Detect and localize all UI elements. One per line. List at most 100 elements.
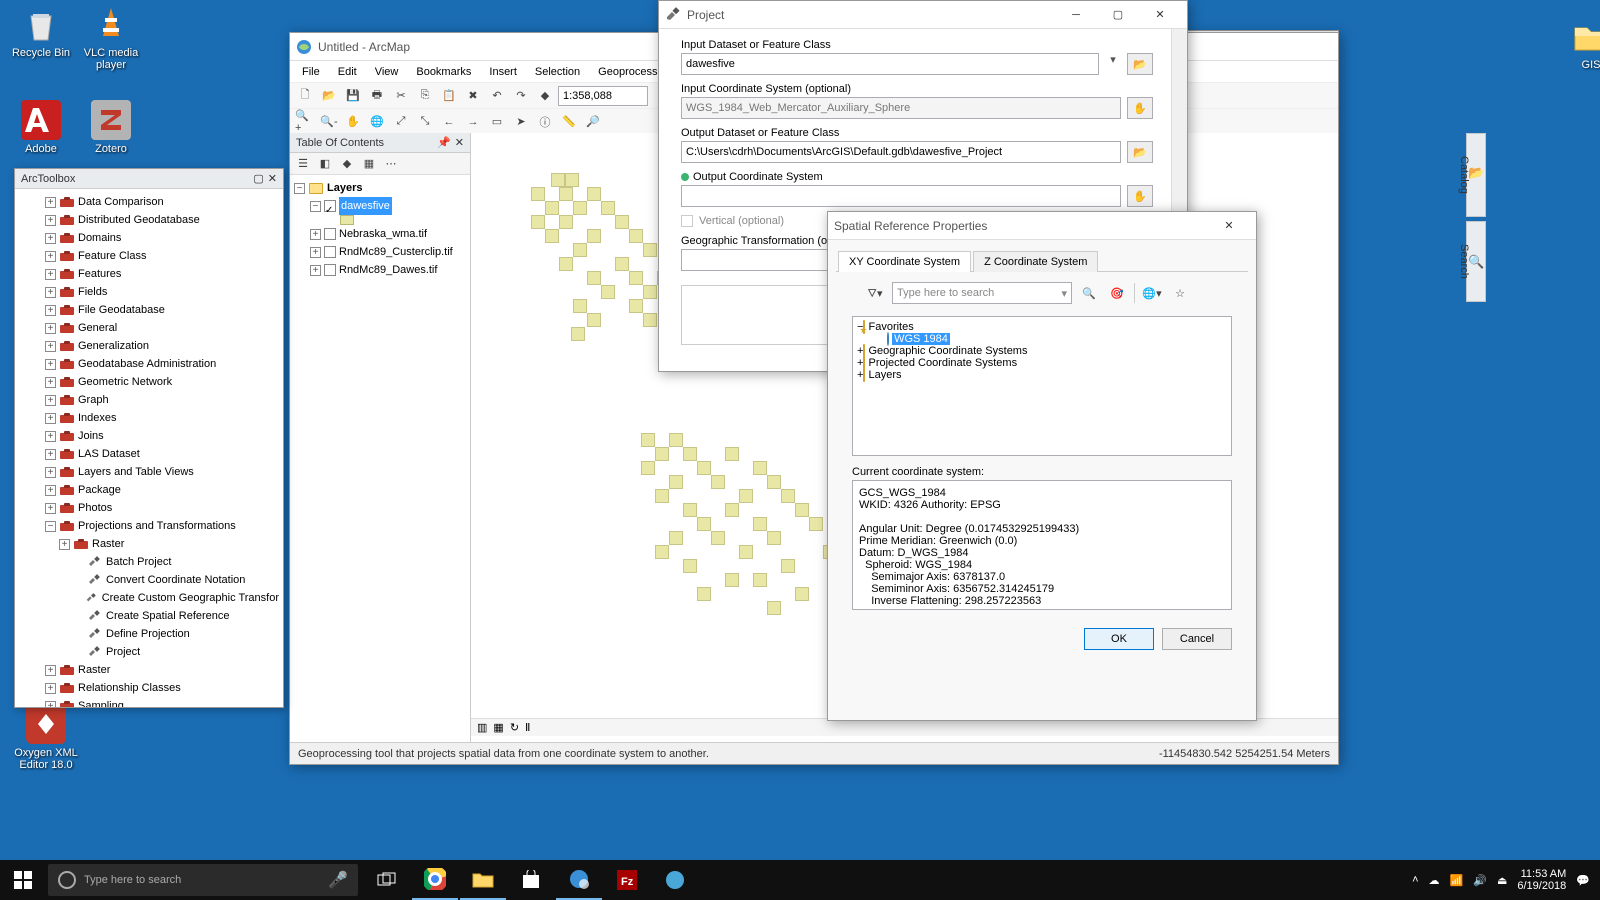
delete-button[interactable]: ✖ [462, 85, 484, 107]
redo-button[interactable]: ↷ [510, 85, 532, 107]
input-dataset-field[interactable] [681, 53, 1099, 75]
toc-close-icon[interactable]: ✕ [455, 136, 464, 149]
arctoolbox-tree[interactable]: +Data Comparison+Distributed Geodatabase… [15, 189, 283, 707]
tray-volume-icon[interactable]: 🔊 [1473, 874, 1487, 887]
project-close-button[interactable]: ✕ [1139, 2, 1181, 28]
layout-view-button[interactable]: ▦ [493, 721, 503, 734]
layer-checkbox[interactable] [324, 228, 336, 240]
back-button[interactable]: ← [438, 111, 460, 133]
tray-clock[interactable]: 11:53 AM 6/19/2018 [1517, 868, 1566, 892]
z-cs-tab[interactable]: Z Coordinate System [973, 251, 1098, 272]
toolbox-relationship-classes[interactable]: +Relationship Classes [17, 679, 281, 697]
layer-checkbox[interactable] [324, 246, 336, 258]
sr-favorite-button[interactable]: ☆ [1169, 282, 1191, 304]
menu-bookmarks[interactable]: Bookmarks [408, 64, 479, 80]
filter-button[interactable]: 🜄▾ [864, 282, 886, 304]
tool-project[interactable]: Project [17, 643, 281, 661]
pause-button[interactable]: Ⅱ [525, 721, 530, 734]
toolbox-photos[interactable]: +Photos [17, 499, 281, 517]
toc-layer-custerclip[interactable]: +RndMc89_Custerclip.tif [292, 243, 468, 261]
toolbox-file-geodatabase[interactable]: +File Geodatabase [17, 301, 281, 319]
select-button[interactable]: ▭ [486, 111, 508, 133]
map-scale-input[interactable] [558, 86, 648, 106]
search-tab[interactable]: 🔍Search [1466, 221, 1486, 302]
tray-notifications-icon[interactable]: 💬 [1576, 874, 1590, 887]
desktop-recycle-bin[interactable]: Recycle Bin [6, 4, 76, 59]
catalog-tab[interactable]: 📂Catalog [1466, 133, 1486, 217]
toc-layer-nebraska[interactable]: +Nebraska_wma.tif [292, 225, 468, 243]
toolbox-layers-and-table-views[interactable]: +Layers and Table Views [17, 463, 281, 481]
toolbox-geodatabase-administration[interactable]: +Geodatabase Administration [17, 355, 281, 373]
toolbox-general[interactable]: +General [17, 319, 281, 337]
output-cs-field[interactable] [681, 185, 1121, 207]
desktop-gis-folder[interactable]: GIS [1556, 16, 1600, 71]
desktop-vlc[interactable]: VLC media player [76, 4, 146, 71]
toc-options-button[interactable]: ⋯ [382, 155, 400, 173]
fixed-zoom-out-button[interactable]: ⤡ [414, 111, 436, 133]
identify-button[interactable]: ⓘ [534, 111, 556, 133]
full-extent-button[interactable]: 🌐 [366, 111, 388, 133]
sr-locate-button[interactable]: 🎯 [1106, 282, 1128, 304]
project-minimize-button[interactable]: ─ [1055, 2, 1097, 28]
tool-batch-project[interactable]: Batch Project [17, 553, 281, 571]
toc-header[interactable]: Table Of Contents 📌 ✕ [290, 133, 470, 153]
input-dataset-browse-button[interactable]: 📂 [1127, 53, 1153, 75]
cut-button[interactable]: ✂ [390, 85, 412, 107]
tool-create-custom-geographic-transfor[interactable]: Create Custom Geographic Transfor [17, 589, 281, 607]
toc-list-by-drawing-button[interactable]: ☰ [294, 155, 312, 173]
menu-file[interactable]: File [294, 64, 328, 80]
output-dataset-field[interactable] [681, 141, 1121, 163]
taskbar-explorer[interactable] [460, 860, 506, 900]
tray-onedrive-icon[interactable]: ☁ [1429, 874, 1440, 887]
sr-wgs1984-node[interactable]: WGS 1984 [857, 333, 1227, 345]
taskbar-chrome[interactable] [412, 860, 458, 900]
toolbox-raster[interactable]: +Raster [17, 661, 281, 679]
ok-button[interactable]: OK [1084, 628, 1154, 650]
menu-selection[interactable]: Selection [527, 64, 588, 80]
menu-insert[interactable]: Insert [481, 64, 525, 80]
project-maximize-button[interactable]: ▢ [1097, 2, 1139, 28]
current-cs-text[interactable]: GCS_WGS_1984 WKID: 4326 Authority: EPSG … [852, 480, 1232, 610]
toc-layers-root[interactable]: −Layers [292, 179, 468, 197]
taskbar-arcmap[interactable] [556, 860, 602, 900]
start-button[interactable] [0, 860, 46, 900]
tray-usb-icon[interactable]: ⏏ [1497, 874, 1507, 887]
sr-gcs-node[interactable]: + Geographic Coordinate Systems [857, 345, 1227, 357]
sr-search-go-button[interactable]: 🔍 [1078, 282, 1100, 304]
sr-new-cs-button[interactable]: 🌐▾ [1141, 282, 1163, 304]
toolbox-joins[interactable]: +Joins [17, 427, 281, 445]
zoom-in-button[interactable]: 🔍+ [294, 111, 316, 133]
add-data-button[interactable]: ◆ [534, 85, 556, 107]
layer-checkbox[interactable] [324, 264, 336, 276]
desktop-oxygen[interactable]: Oxygen XML Editor 18.0 [6, 704, 86, 771]
toolbox-las-dataset[interactable]: +LAS Dataset [17, 445, 281, 463]
toolbox-graph[interactable]: +Graph [17, 391, 281, 409]
sr-pcs-node[interactable]: + Projected Coordinate Systems [857, 357, 1227, 369]
find-button[interactable]: 🔎 [582, 111, 604, 133]
xy-cs-tab[interactable]: XY Coordinate System [838, 251, 971, 272]
toolbox-package[interactable]: +Package [17, 481, 281, 499]
open-button[interactable]: 📂 [318, 85, 340, 107]
toc-layer-dawes[interactable]: +RndMc89_Dawes.tif [292, 261, 468, 279]
sr-layers-node[interactable]: + Layers [857, 369, 1227, 381]
toc-list-by-selection-button[interactable]: ▦ [360, 155, 378, 173]
taskbar-filezilla[interactable]: Fz [604, 860, 650, 900]
forward-button[interactable]: → [462, 111, 484, 133]
desktop-adobe[interactable]: Adobe [6, 100, 76, 155]
sr-tree[interactable]: −★ Favorites WGS 1984 + Geographic Coord… [852, 316, 1232, 456]
toc-list-by-source-button[interactable]: ◧ [316, 155, 334, 173]
measure-button[interactable]: 📏 [558, 111, 580, 133]
paste-button[interactable]: 📋 [438, 85, 460, 107]
arctoolbox-close-icon[interactable]: ✕ [268, 172, 277, 185]
output-cs-browse-button[interactable]: ✋ [1127, 185, 1153, 207]
refresh-button[interactable]: ↻ [510, 721, 519, 734]
toolbox-sampling[interactable]: +Sampling [17, 697, 281, 707]
taskbar-search[interactable]: Type here to search 🎤 [48, 864, 358, 896]
desktop-zotero[interactable]: Zotero [76, 100, 146, 155]
undo-button[interactable]: ↶ [486, 85, 508, 107]
output-dataset-browse-button[interactable]: 📂 [1127, 141, 1153, 163]
arctoolbox-restore-icon[interactable]: ▢ [253, 172, 263, 185]
spatial-close-button[interactable]: ✕ [1208, 213, 1250, 239]
toolbox-fields[interactable]: +Fields [17, 283, 281, 301]
toolbox-domains[interactable]: +Domains [17, 229, 281, 247]
